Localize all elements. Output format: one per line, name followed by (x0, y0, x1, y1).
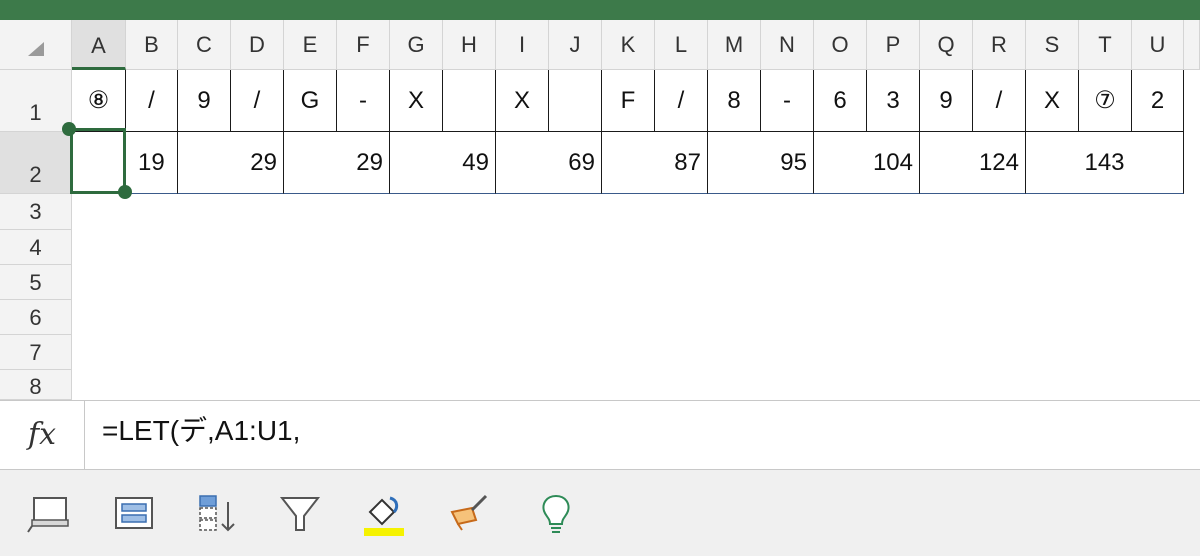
column-header-r[interactable]: R (973, 20, 1026, 70)
column-header-m[interactable]: M (708, 20, 761, 70)
cell-i2-j2[interactable]: 69 (496, 132, 602, 194)
freeze-panes-icon[interactable] (110, 490, 158, 538)
cell-m2-n2[interactable]: 95 (708, 132, 814, 194)
column-header-g[interactable]: G (390, 20, 443, 70)
column-header-d[interactable]: D (231, 20, 284, 70)
fx-icon[interactable]: fx (0, 401, 85, 469)
cell-f1[interactable]: - (337, 70, 390, 132)
column-header-s[interactable]: S (1026, 20, 1079, 70)
cell-s2-u2[interactable]: 143 (1026, 132, 1184, 194)
column-header-c[interactable]: C (178, 20, 231, 70)
fill-color-icon[interactable] (360, 490, 408, 538)
filter-icon[interactable] (276, 490, 324, 538)
row-header-2[interactable]: 2 (0, 132, 72, 194)
row-header-4[interactable]: 4 (0, 230, 72, 265)
column-header-u[interactable]: U (1132, 20, 1184, 70)
cell-l1[interactable]: / (655, 70, 708, 132)
cell-t1[interactable]: ⑦ (1079, 70, 1132, 132)
cell-m1[interactable]: 8 (708, 70, 761, 132)
cell-i1[interactable]: X (496, 70, 549, 132)
cell-k1[interactable]: F (602, 70, 655, 132)
cell-b1[interactable]: / (126, 70, 178, 132)
column-header-o[interactable]: O (814, 20, 867, 70)
column-header-i[interactable]: I (496, 20, 549, 70)
spreadsheet-grid: A B C D E F G H I J K L M N O P Q R S T … (0, 20, 1200, 400)
column-header-e[interactable]: E (284, 20, 337, 70)
row-header-6[interactable]: 6 (0, 300, 72, 335)
column-header-b[interactable]: B (126, 20, 178, 70)
title-bar (0, 0, 1200, 20)
column-header-h[interactable]: H (443, 20, 496, 70)
window-icon[interactable] (26, 490, 74, 538)
cell-e2-f2[interactable]: 29 (284, 132, 390, 194)
cell-g1[interactable]: X (390, 70, 443, 132)
column-header-overflow (1184, 20, 1200, 70)
cell-j1[interactable] (549, 70, 602, 132)
cell-p1[interactable]: 3 (867, 70, 920, 132)
column-header-a[interactable]: A (72, 20, 126, 70)
select-all-corner[interactable] (0, 20, 72, 70)
sort-icon[interactable] (194, 490, 242, 538)
column-header-n[interactable]: N (761, 20, 814, 70)
cell-c1[interactable]: 9 (178, 70, 231, 132)
column-header-j[interactable]: J (549, 20, 602, 70)
cell-e1[interactable]: G (284, 70, 337, 132)
column-header-l[interactable]: L (655, 20, 708, 70)
cell-q1[interactable]: 9 (920, 70, 973, 132)
cell-o1[interactable]: 6 (814, 70, 867, 132)
cell-a2[interactable] (72, 132, 126, 194)
bottom-toolbar (0, 470, 1200, 556)
cell-b2[interactable]: 19 (126, 132, 178, 194)
cell-a1[interactable]: ⑧ (72, 70, 126, 132)
formula-input[interactable]: =LET(デ,A1:U1, (102, 401, 300, 469)
cell-n1[interactable]: - (761, 70, 814, 132)
cell-r1[interactable]: / (973, 70, 1026, 132)
row-header-8[interactable]: 8 (0, 370, 72, 400)
ideas-bulb-icon[interactable] (532, 490, 580, 538)
selection-handle-top-left[interactable] (62, 122, 76, 136)
cell-d1[interactable]: / (231, 70, 284, 132)
row-header-1[interactable]: 1 (0, 70, 72, 132)
cell-s1[interactable]: X (1026, 70, 1079, 132)
formula-bar: fx =LET(デ,A1:U1, (0, 400, 1200, 470)
cell-q2-r2[interactable]: 124 (920, 132, 1026, 194)
column-header-k[interactable]: K (602, 20, 655, 70)
selection-handle-bottom-right[interactable] (118, 185, 132, 199)
row-header-5[interactable]: 5 (0, 265, 72, 300)
cell-o2-p2[interactable]: 104 (814, 132, 920, 194)
select-all-triangle-icon (28, 42, 44, 56)
cell-c2-d2[interactable]: 29 (178, 132, 284, 194)
cell-u1[interactable]: 2 (1132, 70, 1184, 132)
cell-h1[interactable] (443, 70, 496, 132)
column-header-p[interactable]: P (867, 20, 920, 70)
cell-k2-l2[interactable]: 87 (602, 132, 708, 194)
column-header-f[interactable]: F (337, 20, 390, 70)
cell-g2-h2[interactable]: 49 (390, 132, 496, 194)
row-header-3[interactable]: 3 (0, 194, 72, 230)
row-header-7[interactable]: 7 (0, 335, 72, 370)
format-painter-icon[interactable] (446, 490, 494, 538)
column-header-t[interactable]: T (1079, 20, 1132, 70)
column-header-q[interactable]: Q (920, 20, 973, 70)
